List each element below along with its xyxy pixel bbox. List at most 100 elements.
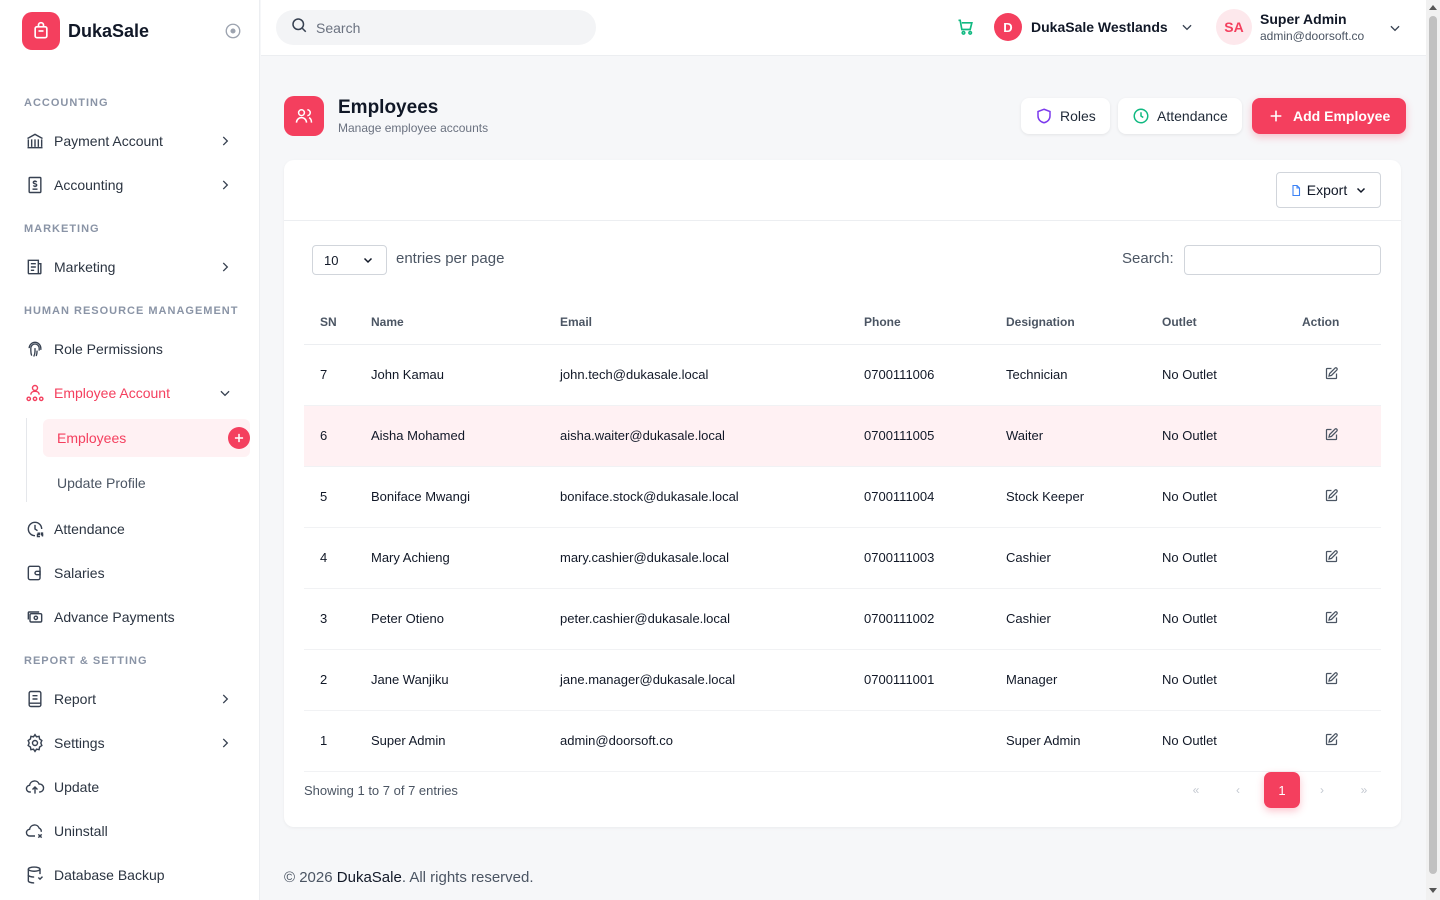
column-header-outlet[interactable]: Outlet: [1162, 300, 1302, 345]
sidebar-item-accounting[interactable]: Accounting: [24, 171, 244, 199]
sidebar-item-label: Employee Account: [54, 385, 170, 401]
sidebar-item-database-backup[interactable]: Database Backup: [24, 861, 244, 889]
pagination-prev[interactable]: ‹: [1220, 772, 1256, 808]
sidebar-subitem-employees[interactable]: Employees: [43, 419, 250, 457]
sidebar-subitem-update-profile[interactable]: Update Profile: [43, 464, 250, 502]
chevron-right-icon: [218, 692, 232, 706]
edit-icon[interactable]: [1324, 366, 1340, 382]
column-header-designation[interactable]: Designation: [1006, 300, 1162, 345]
attendance-button[interactable]: Attendance: [1118, 98, 1242, 134]
sidebar-item-employee-account[interactable]: Employee Account: [24, 379, 244, 407]
roles-button[interactable]: Roles: [1021, 98, 1110, 134]
pagination-page-1[interactable]: 1: [1264, 772, 1300, 808]
edit-icon[interactable]: [1324, 549, 1340, 565]
chevron-right-icon: [218, 736, 232, 750]
users-icon: [284, 96, 324, 136]
column-header-sn[interactable]: SN: [304, 300, 371, 345]
global-search[interactable]: [276, 10, 596, 45]
sidebar-item-role-permissions[interactable]: Role Permissions: [24, 335, 244, 363]
entries-info: Showing 1 to 7 of 7 entries: [304, 783, 458, 798]
export-button[interactable]: Export: [1276, 172, 1381, 208]
edit-icon[interactable]: [1324, 610, 1340, 626]
section-hrm: HUMAN RESOURCE MANAGEMENT: [24, 305, 239, 317]
edit-icon[interactable]: [1324, 488, 1340, 504]
sidebar-item-label: Role Permissions: [54, 341, 163, 357]
chevron-down-icon: [1355, 184, 1367, 196]
org-chart-icon: [24, 382, 46, 404]
section-accounting: ACCOUNTING: [24, 97, 109, 109]
outlet-name: DukaSale Westlands: [1031, 19, 1168, 35]
search-input[interactable]: [316, 19, 576, 36]
sidebar-item-salaries[interactable]: Salaries: [24, 559, 244, 587]
table-row: 3 Peter Otieno peter.cashier@dukasale.lo…: [304, 588, 1381, 650]
submenu-guide-line: [26, 418, 27, 502]
add-employee-shortcut-icon[interactable]: [228, 427, 250, 449]
edit-icon[interactable]: [1324, 427, 1340, 443]
sidebar-item-label: Employees: [57, 430, 127, 446]
table-search-input[interactable]: [1184, 245, 1381, 275]
sidebar-toggle-icon[interactable]: [224, 22, 242, 40]
column-header-phone[interactable]: Phone: [864, 300, 1006, 345]
user-name: Super Admin: [1260, 11, 1347, 27]
pagination-first[interactable]: «: [1178, 772, 1214, 808]
footer: © 2026 DukaSale. All rights reserved.: [284, 869, 534, 886]
add-employee-button[interactable]: Add Employee: [1252, 98, 1407, 134]
table-row: 6 Aisha Mohamed aisha.waiter@dukasale.lo…: [304, 405, 1381, 467]
table-row: 7 John Kamau john.tech@dukasale.local 07…: [304, 344, 1381, 406]
column-header-email[interactable]: Email: [560, 300, 864, 345]
pagination-last[interactable]: »: [1346, 772, 1382, 808]
chevron-right-icon: [218, 260, 232, 274]
shopping-bag-icon: [22, 12, 60, 50]
sidebar-item-label: Report: [54, 691, 97, 707]
sidebar-item-uninstall[interactable]: Uninstall: [24, 817, 244, 845]
table-search-label: Search:: [1122, 250, 1174, 267]
search-icon: [290, 16, 308, 39]
pagination-next[interactable]: ›: [1304, 772, 1340, 808]
chevron-down-icon: [362, 254, 374, 266]
sidebar-item-label: Settings: [54, 735, 105, 751]
scroll-up-arrow-icon[interactable]: [1429, 5, 1437, 10]
page-scrollbar[interactable]: [1426, 0, 1440, 900]
card-divider: [284, 220, 1401, 221]
cart-icon[interactable]: [956, 17, 978, 39]
employees-table: SN Name Email Phone Designation Outlet A…: [304, 300, 1381, 772]
chevron-right-icon: [218, 134, 232, 148]
cloud-remove-icon: [24, 820, 46, 842]
column-header-action: Action: [1302, 300, 1381, 345]
footer-brand[interactable]: DukaSale: [337, 869, 402, 886]
clock-24-icon: [24, 518, 46, 540]
gear-icon: [24, 732, 46, 754]
sidebar-item-label: Database Backup: [54, 867, 165, 883]
sidebar-item-settings[interactable]: Settings: [24, 729, 244, 757]
column-header-name[interactable]: Name: [371, 300, 560, 345]
sidebar-item-attendance[interactable]: Attendance: [24, 515, 244, 543]
entries-per-page-select[interactable]: 10: [312, 245, 387, 275]
sidebar-item-label: Advance Payments: [54, 609, 175, 625]
sidebar-item-label: Update: [54, 779, 100, 795]
page-title: Employees: [338, 97, 439, 118]
chevron-down-icon: [1388, 21, 1402, 35]
sidebar-item-advance-payments[interactable]: Advance Payments: [24, 603, 244, 631]
table-header-row: SN Name Email Phone Designation Outlet A…: [304, 300, 1381, 345]
entries-per-page-label: entries per page: [396, 250, 505, 267]
outlet-switcher[interactable]: D DukaSale Westlands: [994, 13, 1194, 41]
edit-icon[interactable]: [1324, 671, 1340, 687]
user-menu[interactable]: SA Super Admin admin@doorsoft.co: [1216, 9, 1400, 45]
brand[interactable]: DukaSale: [22, 12, 149, 50]
database-icon: [24, 864, 46, 886]
dollar-receipt-icon: [24, 174, 46, 196]
sidebar-item-payment-account[interactable]: Payment Account: [24, 127, 244, 155]
scroll-down-arrow-icon[interactable]: [1429, 888, 1437, 893]
wallet-icon: [24, 562, 46, 584]
sidebar-item-label: Salaries: [54, 565, 105, 581]
sidebar-item-marketing[interactable]: Marketing: [24, 253, 244, 281]
bank-icon: [24, 130, 46, 152]
sidebar-item-report[interactable]: Report: [24, 685, 244, 713]
sidebar-item-update[interactable]: Update: [24, 773, 244, 801]
scroll-thumb[interactable]: [1429, 16, 1437, 874]
cash-icon: [24, 606, 46, 628]
shield-icon: [1035, 107, 1053, 125]
edit-icon[interactable]: [1324, 732, 1340, 748]
cloud-upload-icon: [24, 776, 46, 798]
table-row: 4 Mary Achieng mary.cashier@dukasale.loc…: [304, 527, 1381, 589]
